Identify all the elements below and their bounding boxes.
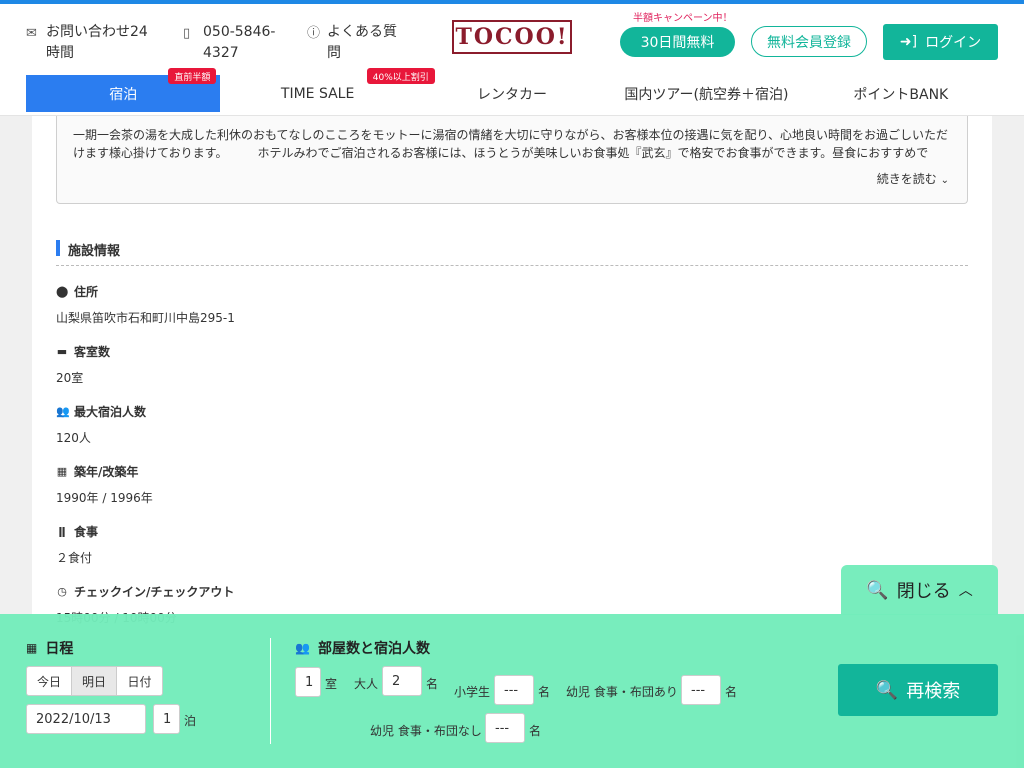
nights-unit: 泊 bbox=[184, 714, 197, 728]
info-meals: ǁ 食事 ２食付 bbox=[56, 523, 936, 566]
phone-number: 050-5846-4327 bbox=[203, 24, 276, 61]
infant-nomeal-unit: 名 bbox=[529, 724, 542, 738]
read-more-link[interactable]: 続きを読む ⌄ bbox=[877, 170, 949, 187]
elementary-select[interactable]: --- bbox=[494, 675, 534, 705]
rooms-label: 客室数 bbox=[74, 344, 111, 359]
infant-nomeal-label: 幼児 食事・布団なし bbox=[370, 724, 482, 738]
facility-title-label: 施設情報 bbox=[68, 244, 121, 259]
capacity-label: 最大宿泊人数 bbox=[74, 404, 147, 419]
infant-meal-select[interactable]: --- bbox=[681, 675, 721, 705]
site-header: ✉ お問い合わせ24時間 ▯ 050-5846-4327 ⓘ よくある質問 TO… bbox=[0, 4, 1024, 116]
tab-point-bank-label: ポイントBANK bbox=[853, 86, 949, 103]
read-more-label: 続きを読む bbox=[876, 172, 937, 186]
tab-stay[interactable]: 宿泊 直前半額 bbox=[26, 68, 221, 112]
search-icon: 🔍 bbox=[875, 679, 899, 701]
cutlery-icon: ǁ bbox=[58, 524, 66, 538]
login-button[interactable]: ➜] ログイン bbox=[883, 24, 998, 60]
tab-rental-car[interactable]: レンタカー bbox=[415, 75, 609, 112]
capacity-value: 120人 bbox=[56, 431, 91, 445]
register-button[interactable]: 無料会員登録 bbox=[751, 26, 867, 57]
checkin-date-input[interactable]: 2022/10/13 bbox=[26, 704, 146, 734]
pick-date-button[interactable]: 日付 bbox=[117, 667, 162, 695]
info-capacity: 👥 最大宿泊人数 120人 bbox=[56, 403, 936, 446]
tomorrow-button[interactable]: 明日 bbox=[72, 667, 117, 695]
description-text: 一期一会茶の湯を大成した利休のおもてなしのこころをモットーに湯宿の情緒を大切に守… bbox=[73, 128, 949, 160]
search-icon: 🔍 bbox=[866, 579, 889, 601]
rooms-value: 20室 bbox=[56, 371, 84, 385]
search-panel: ▦ 日程 今日 明日 日付 2022/10/13 1 泊 👥 部屋数と宿泊人数 … bbox=[0, 614, 1024, 768]
calendar-icon: ▦ bbox=[26, 641, 38, 655]
tab-stay-badge: 直前半額 bbox=[168, 68, 217, 84]
tab-rental-car-label: レンタカー bbox=[477, 86, 548, 103]
mobile-phone-icon: ▯ bbox=[183, 26, 191, 41]
clock-icon: ◷ bbox=[57, 584, 67, 598]
close-label: 閉じる bbox=[896, 581, 951, 602]
rooms-select[interactable]: 1 bbox=[295, 667, 321, 697]
users-icon: 👥 bbox=[295, 641, 310, 655]
phone-link[interactable]: ▯ 050-5846-4327 bbox=[183, 22, 283, 64]
info-address: ⬤ 住所 山梨県笛吹市石和町川中島295-1 bbox=[56, 283, 936, 326]
panel-divider bbox=[270, 638, 271, 744]
check-in-out-label: チェックイン/チェックアウト bbox=[74, 584, 235, 599]
info-built-year: ▦ 築年/改築年 1990年 / 1996年 bbox=[56, 463, 936, 506]
elementary-label: 小学生 bbox=[454, 685, 491, 699]
chevron-down-icon: ⌄ bbox=[940, 175, 949, 186]
map-marker-icon: ⬤ bbox=[56, 284, 69, 298]
chevron-up-icon: ︿ bbox=[958, 583, 973, 599]
infant-nomeal-select[interactable]: --- bbox=[485, 713, 525, 743]
building-icon: ▦ bbox=[56, 464, 68, 478]
tocoo-logo[interactable]: TOCOO! bbox=[452, 20, 572, 54]
today-button[interactable]: 今日 bbox=[27, 667, 72, 695]
adult-unit: 名 bbox=[426, 677, 439, 691]
search-button[interactable]: 🔍 再検索 bbox=[838, 664, 998, 716]
infant-meal-unit: 名 bbox=[725, 685, 738, 699]
search-button-label: 再検索 bbox=[906, 681, 961, 702]
main-nav: 宿泊 直前半額 TIME SALE 40%以上割引 レンタカー 国内ツアー(航空… bbox=[26, 68, 998, 112]
bed-icon: ▬ bbox=[56, 344, 68, 358]
date-quick-select: 今日 明日 日付 bbox=[26, 666, 163, 696]
tab-time-sale-label: TIME SALE bbox=[280, 85, 355, 102]
users-icon: 👥 bbox=[56, 404, 70, 418]
info-rooms: ▬ 客室数 20室 bbox=[56, 343, 936, 386]
adult-select[interactable]: 2 bbox=[382, 666, 422, 696]
date-heading-label: 日程 bbox=[45, 641, 74, 657]
tab-domestic-tour[interactable]: 国内ツアー(航空券＋宿泊) bbox=[609, 75, 803, 112]
rooms-unit: 室 bbox=[325, 677, 338, 691]
infant-meal-label: 幼児 食事・布団あり bbox=[566, 685, 678, 699]
date-heading: ▦ 日程 bbox=[26, 638, 73, 658]
close-panel-button[interactable]: 🔍 閉じる ︿ bbox=[841, 565, 998, 615]
description-box: 一期一会茶の湯を大成した利休のおもてなしのこころをモットーに湯宿の情緒を大切に守… bbox=[56, 116, 968, 204]
tab-domestic-tour-label: 国内ツアー(航空券＋宿泊) bbox=[624, 86, 789, 103]
address-label: 住所 bbox=[74, 284, 99, 299]
meals-label: 食事 bbox=[74, 524, 99, 539]
address-value: 山梨県笛吹市石和町川中島295-1 bbox=[56, 311, 235, 325]
contact-label: お問い合わせ24時間 bbox=[46, 24, 148, 61]
nights-select[interactable]: 1 bbox=[153, 704, 180, 734]
facility-section-title: 施設情報 bbox=[56, 240, 968, 266]
elementary-unit: 名 bbox=[538, 685, 551, 699]
tab-point-bank[interactable]: ポイントBANK bbox=[804, 75, 998, 112]
tab-stay-label: 宿泊 bbox=[109, 86, 138, 103]
free-trial-button[interactable]: 30日間無料 bbox=[620, 27, 735, 57]
rooms-heading: 👥 部屋数と宿泊人数 bbox=[295, 638, 430, 658]
built-year-label: 築年/改築年 bbox=[74, 464, 139, 479]
question-circle-icon: ⓘ bbox=[307, 26, 321, 41]
sign-in-icon: ➜] bbox=[899, 34, 918, 50]
tab-time-sale[interactable]: TIME SALE 40%以上割引 bbox=[220, 68, 435, 112]
built-year-value: 1990年 / 1996年 bbox=[56, 491, 153, 505]
faq-label: よくある質問 bbox=[327, 24, 397, 61]
rooms-heading-label: 部屋数と宿泊人数 bbox=[317, 641, 430, 657]
login-label: ログイン bbox=[925, 35, 982, 51]
contact-link[interactable]: ✉ お問い合わせ24時間 bbox=[26, 22, 158, 64]
meals-value: ２食付 bbox=[56, 551, 93, 565]
envelope-icon: ✉ bbox=[26, 26, 37, 41]
faq-link[interactable]: ⓘ よくある質問 bbox=[307, 22, 407, 64]
adult-label: 大人 bbox=[354, 677, 379, 691]
campaign-notice: 半額キャンペーン中！ bbox=[633, 13, 733, 24]
